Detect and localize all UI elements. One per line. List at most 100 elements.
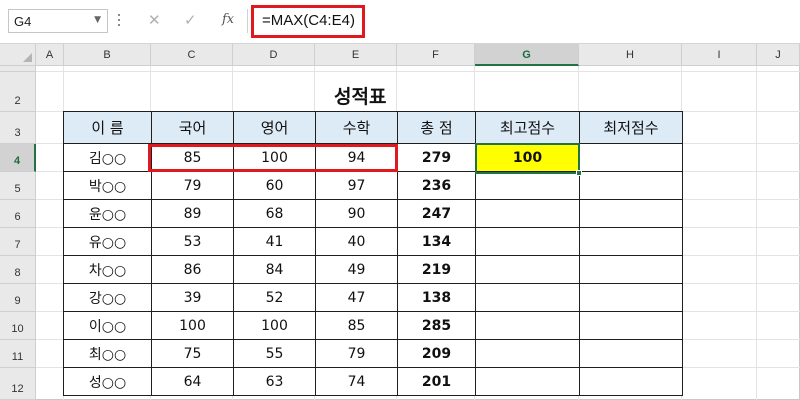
cell-max-score[interactable] bbox=[475, 283, 580, 312]
column-header-c[interactable]: C bbox=[151, 44, 233, 66]
cell-max-score[interactable] bbox=[475, 227, 580, 256]
cell-english[interactable]: 100 bbox=[233, 311, 316, 340]
cell-english[interactable]: 52 bbox=[233, 283, 316, 312]
cell-math[interactable]: 90 bbox=[315, 199, 398, 228]
cell-total[interactable]: 247 bbox=[397, 199, 476, 228]
cell-total[interactable]: 236 bbox=[397, 171, 476, 200]
cell-min-score[interactable] bbox=[579, 143, 683, 172]
cell-name[interactable]: 윤○○ bbox=[63, 199, 152, 228]
cell-min-score[interactable] bbox=[579, 199, 683, 228]
cell-max-score[interactable] bbox=[475, 255, 580, 284]
cell-max-score[interactable] bbox=[475, 311, 580, 340]
cell-name[interactable]: 강○○ bbox=[63, 283, 152, 312]
column-header-e[interactable]: E bbox=[315, 44, 397, 66]
cell-korean[interactable]: 89 bbox=[151, 199, 234, 228]
cell-max-score[interactable] bbox=[475, 367, 580, 396]
cell-total[interactable]: 201 bbox=[397, 367, 476, 396]
cell-min-score[interactable] bbox=[579, 283, 683, 312]
cell-math[interactable]: 74 bbox=[315, 367, 398, 396]
fill-handle[interactable] bbox=[576, 170, 582, 176]
header-min-score[interactable]: 최저점수 bbox=[579, 111, 683, 144]
cell-min-score[interactable] bbox=[579, 311, 683, 340]
row-header-11[interactable]: 11 bbox=[0, 340, 36, 368]
cell-korean[interactable]: 86 bbox=[151, 255, 234, 284]
cell-english[interactable]: 55 bbox=[233, 339, 316, 368]
column-header-i[interactable]: I bbox=[682, 44, 757, 66]
row-header-4[interactable]: 4 bbox=[0, 144, 36, 172]
cancel-icon[interactable]: ✕ bbox=[148, 11, 161, 29]
cell-english[interactable]: 63 bbox=[233, 367, 316, 396]
column-header-d[interactable]: D bbox=[233, 44, 315, 66]
column-header-g[interactable]: G bbox=[475, 44, 579, 66]
cell-math[interactable]: 94 bbox=[315, 143, 398, 172]
cell-math[interactable]: 47 bbox=[315, 283, 398, 312]
cell-min-score[interactable] bbox=[579, 171, 683, 200]
header-max-score[interactable]: 최고점수 bbox=[475, 111, 580, 144]
cell-korean[interactable]: 64 bbox=[151, 367, 234, 396]
sheet-title[interactable]: 성적표 bbox=[334, 82, 386, 109]
cell-min-score[interactable] bbox=[579, 367, 683, 396]
column-header-f[interactable]: F bbox=[397, 44, 475, 66]
cell-korean[interactable]: 79 bbox=[151, 171, 234, 200]
cell-name[interactable]: 최○○ bbox=[63, 339, 152, 368]
insert-function-icon[interactable]: fx bbox=[222, 12, 234, 27]
cell-total[interactable]: 219 bbox=[397, 255, 476, 284]
header-math[interactable]: 수학 bbox=[315, 111, 398, 144]
row-header-6[interactable]: 6 bbox=[0, 200, 36, 228]
cell-max-score-active[interactable]: 100 bbox=[475, 143, 580, 172]
header-korean[interactable]: 국어 bbox=[151, 111, 234, 144]
cell-math[interactable]: 49 bbox=[315, 255, 398, 284]
cell-korean[interactable]: 39 bbox=[151, 283, 234, 312]
cell-total[interactable]: 209 bbox=[397, 339, 476, 368]
cell-name[interactable]: 이○○ bbox=[63, 311, 152, 340]
cell-min-score[interactable] bbox=[579, 227, 683, 256]
column-header-h[interactable]: H bbox=[579, 44, 682, 66]
header-english[interactable]: 영어 bbox=[233, 111, 316, 144]
cell-max-score[interactable] bbox=[475, 199, 580, 228]
cell-name[interactable]: 성○○ bbox=[63, 367, 152, 396]
cell-math[interactable]: 40 bbox=[315, 227, 398, 256]
header-total[interactable]: 총 점 bbox=[397, 111, 476, 144]
cell-korean[interactable]: 100 bbox=[151, 311, 234, 340]
cell-math[interactable]: 79 bbox=[315, 339, 398, 368]
cell-total[interactable]: 138 bbox=[397, 283, 476, 312]
cell-min-score[interactable] bbox=[579, 339, 683, 368]
column-header-a[interactable]: A bbox=[36, 44, 64, 66]
select-all-button[interactable] bbox=[0, 44, 36, 66]
row-header-2[interactable]: 2 bbox=[0, 72, 36, 112]
cell-max-score[interactable] bbox=[475, 339, 580, 368]
cell-korean[interactable]: 85 bbox=[151, 143, 234, 172]
cell-korean[interactable]: 53 bbox=[151, 227, 234, 256]
cell-name[interactable]: 차○○ bbox=[63, 255, 152, 284]
chevron-down-icon[interactable]: ▼ bbox=[94, 15, 101, 25]
row-header-10[interactable]: 10 bbox=[0, 312, 36, 340]
drag-handle-icon[interactable] bbox=[118, 14, 121, 28]
cell-name[interactable]: 김○○ bbox=[63, 143, 152, 172]
cell-math[interactable]: 97 bbox=[315, 171, 398, 200]
cell-name[interactable]: 유○○ bbox=[63, 227, 152, 256]
cell-english[interactable]: 41 bbox=[233, 227, 316, 256]
row-header-12[interactable]: 12 bbox=[0, 368, 36, 400]
cell-english[interactable]: 68 bbox=[233, 199, 316, 228]
row-header-8[interactable]: 8 bbox=[0, 256, 36, 284]
row-header-7[interactable]: 7 bbox=[0, 228, 36, 256]
header-name[interactable]: 이 름 bbox=[63, 111, 152, 144]
cell-total[interactable]: 134 bbox=[397, 227, 476, 256]
row-header-5[interactable]: 5 bbox=[0, 172, 36, 200]
column-header-b[interactable]: B bbox=[64, 44, 151, 66]
cell-name[interactable]: 박○○ bbox=[63, 171, 152, 200]
cell-english[interactable]: 100 bbox=[233, 143, 316, 172]
cell-total[interactable]: 279 bbox=[397, 143, 476, 172]
enter-icon[interactable]: ✓ bbox=[184, 11, 197, 29]
cell-min-score[interactable] bbox=[579, 255, 683, 284]
cell-math[interactable]: 85 bbox=[315, 311, 398, 340]
cell-korean[interactable]: 75 bbox=[151, 339, 234, 368]
name-box[interactable]: G4 ▼ bbox=[8, 9, 108, 33]
row-header-3[interactable]: 3 bbox=[0, 112, 36, 144]
cell-max-score[interactable] bbox=[475, 171, 580, 200]
cell-total[interactable]: 285 bbox=[397, 311, 476, 340]
row-header-9[interactable]: 9 bbox=[0, 284, 36, 312]
column-header-j[interactable]: J bbox=[757, 44, 800, 66]
cell-english[interactable]: 60 bbox=[233, 171, 316, 200]
cell-english[interactable]: 84 bbox=[233, 255, 316, 284]
